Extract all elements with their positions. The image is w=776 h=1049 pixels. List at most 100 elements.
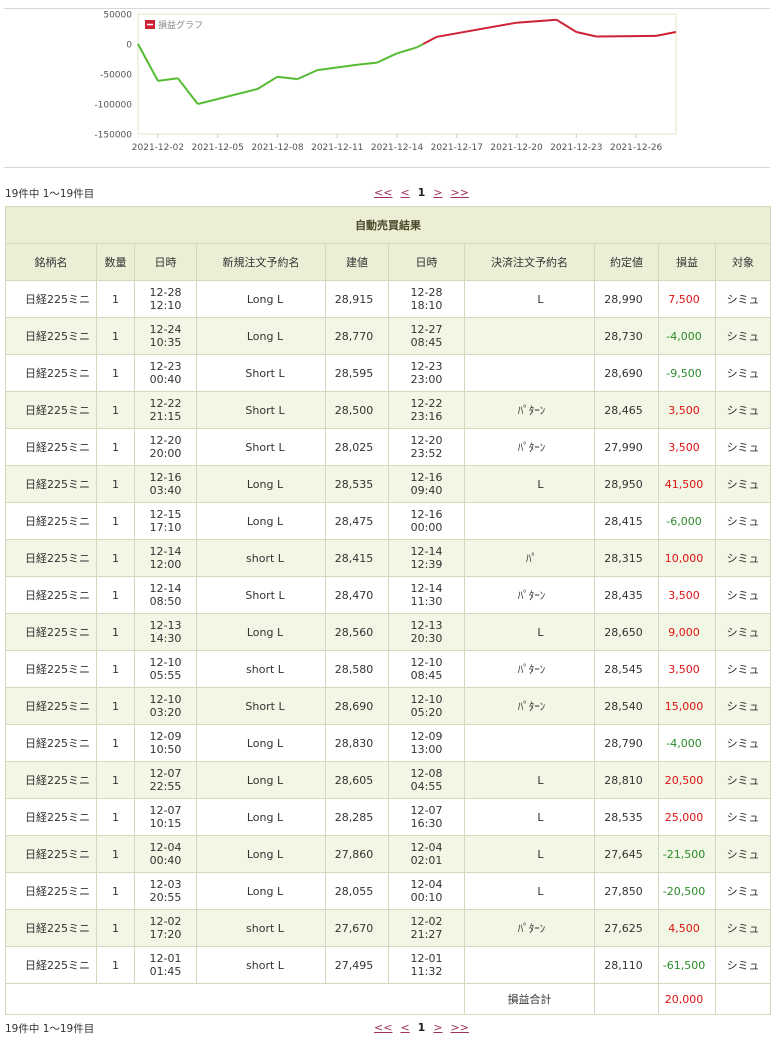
exit-datetime-time: 18:10 <box>410 299 443 312</box>
entry-datetime-time: 03:20 <box>149 706 182 719</box>
entry-datetime: 12-14 12:00 <box>134 539 197 577</box>
entry-price-cell: 28,560 <box>325 613 389 651</box>
column-header: 新規注文予約名 <box>196 243 326 281</box>
exit-order-cell <box>464 354 595 392</box>
exit-order-cell <box>464 317 595 355</box>
exit-datetime-time: 16:30 <box>410 817 443 830</box>
symbol-cell: 日経225ミニ <box>5 613 97 651</box>
exit-price-cell: 27,645 <box>594 835 659 873</box>
exit-datetime: 12-07 16:30 <box>388 798 465 836</box>
symbol-cell: 日経225ミニ <box>5 539 97 577</box>
entry-datetime-time: 12:00 <box>149 558 182 571</box>
entry-datetime: 12-14 08:50 <box>134 576 197 614</box>
entry-price-cell: 28,025 <box>325 428 389 466</box>
page-next-link[interactable]: > <box>433 1021 442 1034</box>
entry-order-cell: short L <box>196 539 326 577</box>
pl-cell: 15,000 <box>658 687 716 725</box>
target-cell: シミュ <box>714 317 772 355</box>
page-prev-link[interactable]: < <box>400 186 409 199</box>
results-table: 自動売買結果 銘柄名 数量 日時 新規注文予約名 建値 日時 決済注文予約名 約定値 損益 対象 … <box>4 206 772 1015</box>
exit-datetime: 12-13 20:30 <box>388 613 465 651</box>
pl-cell: 9,000 <box>658 613 716 651</box>
results-body: 日経225ミニ 1 12-28 12:10 Long L 28,915 12-28 18:10… <box>5 280 772 984</box>
entry-order-cell: Short L <box>196 354 326 392</box>
exit-price-cell: 28,540 <box>594 687 659 725</box>
target-cell: シミュ <box>714 280 772 318</box>
x-tick-label: 2021-12-26 <box>610 143 663 153</box>
entry-datetime: 12-20 20:00 <box>134 428 197 466</box>
column-header: 対象 <box>714 243 772 281</box>
pl-cell: -6,000 <box>658 502 716 540</box>
pl-cell: 3,500 <box>658 428 716 466</box>
qty-cell: 1 <box>96 835 135 873</box>
exit-order-cell: L <box>464 613 595 651</box>
entry-datetime-date: 12-22 <box>149 397 182 410</box>
qty-cell: 1 <box>96 909 135 947</box>
page-next-link[interactable]: > <box>433 186 442 199</box>
page-first-link[interactable]: << <box>374 1021 392 1034</box>
entry-order-cell: Long L <box>196 280 326 318</box>
entry-datetime: 12-07 10:15 <box>134 798 197 836</box>
table-row: 日経225ミニ 1 12-28 12:10 Long L 28,915 12-28 18:10… <box>5 280 772 318</box>
exit-datetime: 12-04 00:10 <box>388 872 465 910</box>
page-last-link[interactable]: >> <box>451 186 469 199</box>
exit-price-cell: 28,950 <box>594 465 659 503</box>
entry-datetime-time: 05:55 <box>149 669 182 682</box>
exit-order-cell: ﾊﾟﾀｰﾝ <box>464 650 595 688</box>
exit-datetime-date: 12-14 <box>410 582 443 595</box>
symbol-cell: 日経225ミニ <box>5 872 97 910</box>
entry-datetime-time: 01:45 <box>149 965 182 978</box>
entry-datetime-time: 10:15 <box>149 817 182 830</box>
entry-price-cell: 28,830 <box>325 724 389 762</box>
pl-cell: 25,000 <box>658 798 716 836</box>
table-row: 日経225ミニ 1 12-15 17:10 Long L 28,475 12-16 00:00… <box>5 502 772 540</box>
exit-datetime: 12-14 11:30 <box>388 576 465 614</box>
chart-divider <box>4 167 770 168</box>
table-title: 自動売買結果 <box>4 206 772 244</box>
page-last-link[interactable]: >> <box>451 1021 469 1034</box>
table-row: 日経225ミニ 1 12-07 10:15 Long L 28,285 12-07 16:30… <box>5 798 772 836</box>
pl-chart-svg: 50000 0 -50000 -100000 -1500002021-12-02 2021… <box>94 11 677 153</box>
entry-datetime-date: 12-13 <box>149 619 182 632</box>
entry-datetime: 12-04 00:40 <box>134 835 197 873</box>
entry-datetime: 12-03 20:55 <box>134 872 197 910</box>
table-row: 日経225ミニ 1 12-10 05:55 short L 28,580 12-10 08:4… <box>5 650 772 688</box>
table-row: 日経225ミニ 1 12-10 03:20 Short L 28,690 12-10 05:2… <box>5 687 772 725</box>
entry-datetime-date: 12-20 <box>149 434 182 447</box>
x-tick-label: 2021-12-14 <box>371 143 424 153</box>
exit-price-cell: 27,625 <box>594 909 659 947</box>
qty-cell: 1 <box>96 613 135 651</box>
entry-price-cell: 28,285 <box>325 798 389 836</box>
exit-datetime-date: 12-16 <box>410 471 443 484</box>
entry-price-cell: 28,580 <box>325 650 389 688</box>
entry-price-cell: 27,670 <box>325 909 389 947</box>
entry-datetime-date: 12-14 <box>149 545 182 558</box>
entry-datetime-time: 10:35 <box>149 336 182 349</box>
exit-order-cell <box>464 946 595 984</box>
exit-datetime-date: 12-04 <box>410 841 443 854</box>
symbol-cell: 日経225ミニ <box>5 428 97 466</box>
exit-datetime-time: 00:00 <box>410 521 443 534</box>
qty-cell: 1 <box>96 391 135 429</box>
pl-cell: 4,500 <box>658 909 716 947</box>
y-tick-label: -100000 <box>94 101 132 111</box>
x-tick-label: 2021-12-11 <box>311 143 363 153</box>
exit-datetime: 12-10 05:20 <box>388 687 465 725</box>
entry-order-cell: short L <box>196 650 326 688</box>
entry-datetime-date: 12-15 <box>149 508 182 521</box>
entry-datetime: 12-13 14:30 <box>134 613 197 651</box>
entry-order-cell: Short L <box>196 391 326 429</box>
column-header: 数量 <box>96 243 135 281</box>
table-header-row: 銘柄名 数量 日時 新規注文予約名 建値 日時 決済注文予約名 約定値 損益 対象 <box>5 243 772 281</box>
entry-datetime-time: 21:15 <box>149 410 182 423</box>
symbol-cell: 日経225ミニ <box>5 354 97 392</box>
entry-datetime-time: 17:10 <box>149 521 182 534</box>
exit-datetime: 12-10 08:45 <box>388 650 465 688</box>
exit-datetime-time: 11:32 <box>410 965 443 978</box>
page-first-link[interactable]: << <box>374 186 392 199</box>
result-count-top: 19件中 1～19件目 <box>5 188 95 200</box>
target-cell: シミュ <box>714 872 772 910</box>
page-current: 1 <box>417 186 426 199</box>
page-prev-link[interactable]: < <box>400 1021 409 1034</box>
entry-datetime-date: 12-24 <box>149 323 182 336</box>
